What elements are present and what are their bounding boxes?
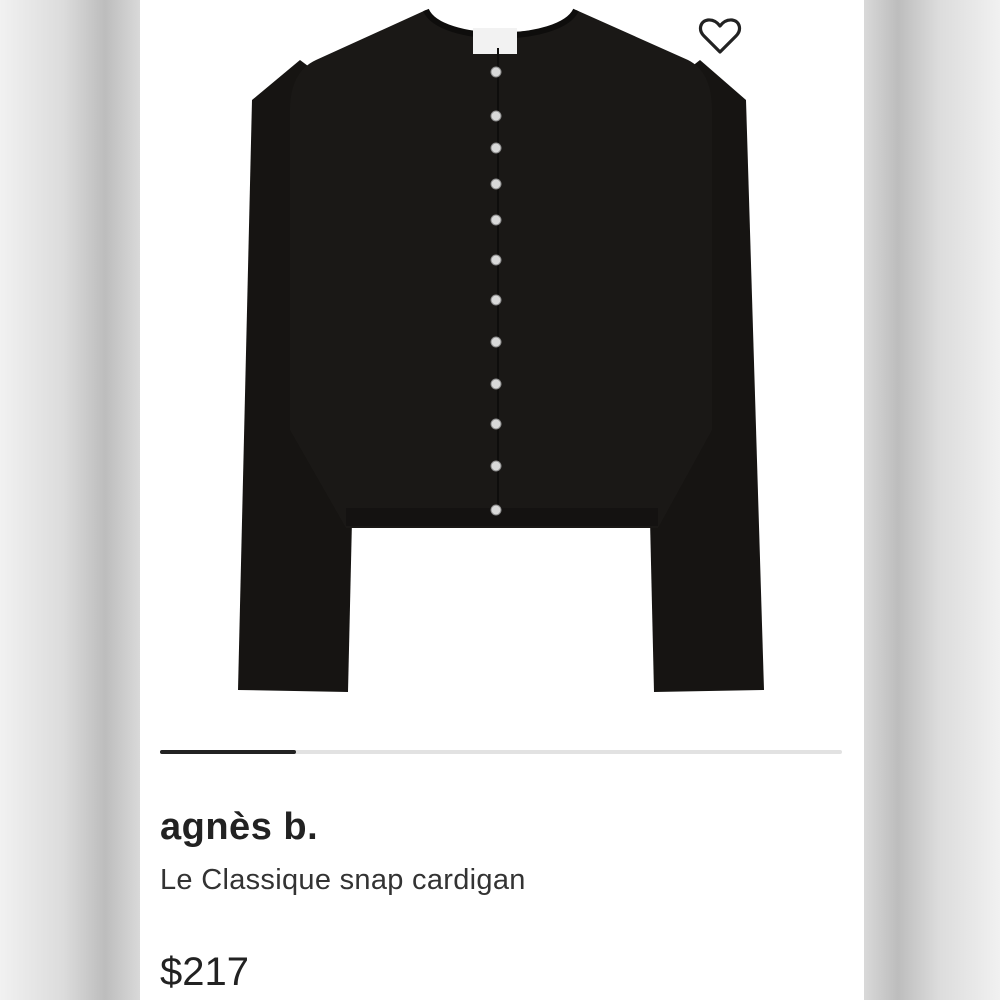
left-background-blur — [0, 0, 140, 1000]
product-image[interactable] — [140, 0, 864, 720]
favorite-button[interactable] — [696, 16, 744, 60]
brand-name[interactable]: agnès b. — [160, 806, 318, 849]
heart-outline-icon — [698, 16, 742, 61]
product-title[interactable]: Le Classique snap cardigan — [160, 864, 526, 897]
product-card[interactable]: agnès b. Le Classique snap cardigan $217 — [140, 0, 864, 1000]
carousel-progress-fill — [160, 750, 297, 754]
image-carousel-progress — [160, 750, 842, 754]
cardigan-illustration — [238, 8, 764, 692]
right-background-blur — [864, 0, 1000, 1000]
product-price: $217 — [160, 950, 249, 994]
